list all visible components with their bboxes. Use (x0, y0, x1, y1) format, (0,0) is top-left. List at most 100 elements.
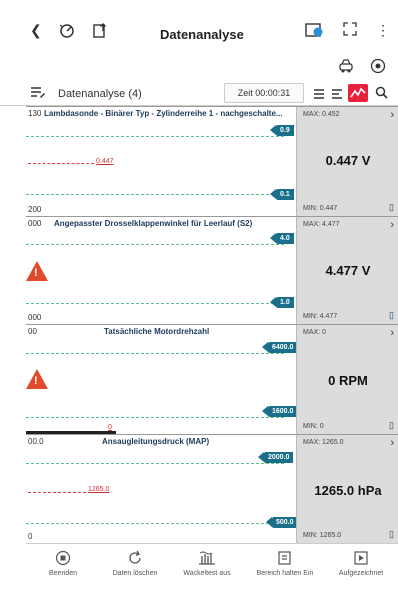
min-threshold-line (26, 303, 284, 304)
wiggle-test-button[interactable]: Wackeltest aus (170, 550, 244, 577)
max-threshold-line (26, 353, 284, 354)
max-threshold-line (26, 136, 284, 137)
data-panel-map[interactable]: 00.0 Ansaugleitungsdruck (MAP) 2000.0 12… (26, 434, 398, 543)
max-value: MAX: 1265.0 (303, 439, 344, 446)
fullscreen-icon[interactable] (343, 22, 357, 39)
panel-graph: 000 Angepasster Drosselklappenwinkel für… (26, 217, 296, 324)
value-readout: MAX: 4.477 › 4.477 V MIN: 4.477 ▯ (296, 217, 398, 324)
hold-range-label: Bereich halten Ein (256, 570, 314, 577)
clear-data-label: Daten löschen (112, 570, 158, 577)
hold-range-icon (248, 550, 322, 566)
min-threshold-line (26, 417, 284, 418)
section-label: Datenanalyse (4) (58, 88, 142, 100)
page-title: Datenanalyse (160, 27, 244, 42)
chevron-right-icon[interactable]: › (390, 109, 394, 121)
y-axis-bottom-label: 000 (28, 313, 42, 322)
value-trace (28, 492, 86, 493)
min-value: MIN: 4.477 (303, 313, 338, 320)
max-marker[interactable]: 4.0 (270, 233, 294, 244)
current-value: 4.477 V (325, 263, 371, 278)
max-threshold-line (26, 244, 284, 245)
min-threshold-line (26, 194, 284, 195)
min-marker[interactable]: 500.0 (266, 517, 298, 528)
max-marker[interactable]: 2000.0 (257, 452, 294, 463)
vci-device-icon[interactable] (305, 22, 325, 41)
panel-title: Angepasster Drosselklappenwinkel für Lee… (54, 219, 253, 228)
list-icon[interactable] (313, 87, 325, 103)
value-readout: MAX: 1265.0 › 1265.0 hPa MIN: 1265.0 ▯ (296, 435, 398, 543)
min-threshold-line (26, 523, 284, 524)
elapsed-timer: Zeit 00:00:31 (224, 83, 304, 103)
y-axis-top-label: 00.0 (28, 437, 44, 446)
vibration-icon (170, 550, 244, 566)
clear-data-button[interactable]: Daten löschen (98, 550, 172, 577)
max-marker[interactable]: 0.9 (270, 125, 294, 136)
y-axis-bottom-label: 0 (28, 532, 33, 541)
chevron-right-icon[interactable]: › (390, 327, 394, 339)
current-value: 1265.0 hPa (314, 483, 382, 498)
max-value: MAX: 0 (303, 329, 326, 336)
panel-title: Tatsächliche Motordrehzahl (104, 327, 210, 336)
max-threshold-line (26, 463, 284, 464)
min-marker[interactable]: 1.0 (270, 297, 294, 308)
list-edit-icon[interactable] (30, 86, 46, 102)
current-value: 0 RPM (328, 373, 368, 388)
search-icon[interactable] (375, 86, 388, 102)
panel-graph: 00 Tatsächliche Motordrehzahl 6400.0 ! 1… (26, 325, 298, 434)
settings-icon[interactable] (370, 58, 386, 77)
chevron-right-icon[interactable]: › (390, 219, 394, 231)
lines-icon[interactable] (331, 87, 343, 103)
action-subbar (0, 52, 398, 80)
min-value: MIN: 0.447 (303, 205, 338, 212)
value-readout: MAX: 0 › 0 RPM MIN: 0 ▯ (296, 325, 398, 434)
hold-range-button[interactable]: Bereich halten Ein (248, 550, 322, 577)
value-readout: MAX: 0.452 › 0.447 V MIN: 0.447 ▯ (296, 107, 398, 216)
document-icon[interactable]: ▯ (389, 310, 394, 321)
document-icon[interactable]: ▯ (389, 420, 394, 431)
document-icon[interactable]: ▯ (389, 529, 394, 540)
trace-value-label: 0.447 (96, 158, 114, 165)
top-app-bar: ❮ Datenanalyse ⋮ (0, 0, 398, 52)
bottom-navigation: Beenden Daten löschen Wackeltest aus Ber… (26, 543, 398, 590)
min-value: MIN: 0 (303, 423, 324, 430)
wiggle-test-label: Wackeltest aus (183, 570, 231, 577)
car-wrench-icon[interactable] (338, 58, 356, 77)
recording-icon (324, 550, 398, 566)
chevron-right-icon[interactable]: › (390, 437, 394, 449)
max-value: MAX: 0.452 (303, 111, 340, 118)
min-marker[interactable]: 0.1 (270, 189, 294, 200)
recorded-label: Aufgezeichnet (338, 570, 384, 577)
recorded-button[interactable]: Aufgezeichnet (324, 550, 398, 577)
max-value: MAX: 4.477 (303, 221, 340, 228)
min-value: MIN: 1265.0 (303, 532, 342, 539)
chevron-left-icon[interactable]: ❮ (30, 22, 42, 38)
panel-title: Lambdasonde - Binärer Typ - Zylinderreih… (44, 109, 283, 118)
graph-icon[interactable] (348, 84, 368, 102)
y-axis-top-label: 000 (28, 219, 42, 228)
y-axis-top-label: 00 (28, 327, 37, 336)
trace-value-label: 1265.0 (88, 486, 110, 493)
stop-label: Beenden (48, 570, 78, 577)
refresh-icon (98, 550, 172, 566)
warning-icon: ! (26, 369, 48, 389)
more-vertical-icon[interactable]: ⋮ (376, 22, 390, 38)
panel-graph: 130 Lambdasonde - Binärer Typ - Zylinder… (26, 107, 296, 216)
stop-button[interactable]: Beenden (26, 550, 100, 577)
warning-icon: ! (26, 261, 48, 281)
max-marker[interactable]: 6400.0 (261, 342, 298, 353)
trace-value-label: 0 (108, 424, 112, 431)
document-icon[interactable]: ▯ (389, 202, 394, 213)
panel-title: Ansaugleitungsdruck (MAP) (102, 437, 210, 446)
data-panel-throttle[interactable]: 000 Angepasster Drosselklappenwinkel für… (26, 216, 398, 324)
data-panel-rpm[interactable]: 00 Tatsächliche Motordrehzahl 6400.0 ! 1… (26, 324, 398, 434)
gauge-icon[interactable] (58, 22, 76, 41)
clipboard-upload-icon[interactable] (92, 22, 108, 41)
y-axis-top-label: 130 (28, 109, 42, 118)
stop-circle-icon (26, 550, 100, 566)
value-trace (28, 163, 94, 164)
min-marker[interactable]: 1600.0 (261, 406, 298, 417)
current-value: 0.447 V (325, 153, 371, 168)
panel-graph: 00.0 Ansaugleitungsdruck (MAP) 2000.0 12… (26, 435, 298, 543)
data-panel-lambda[interactable]: 130 Lambdasonde - Binärer Typ - Zylinder… (26, 106, 398, 216)
y-axis-bottom-label: 200 (28, 205, 42, 214)
